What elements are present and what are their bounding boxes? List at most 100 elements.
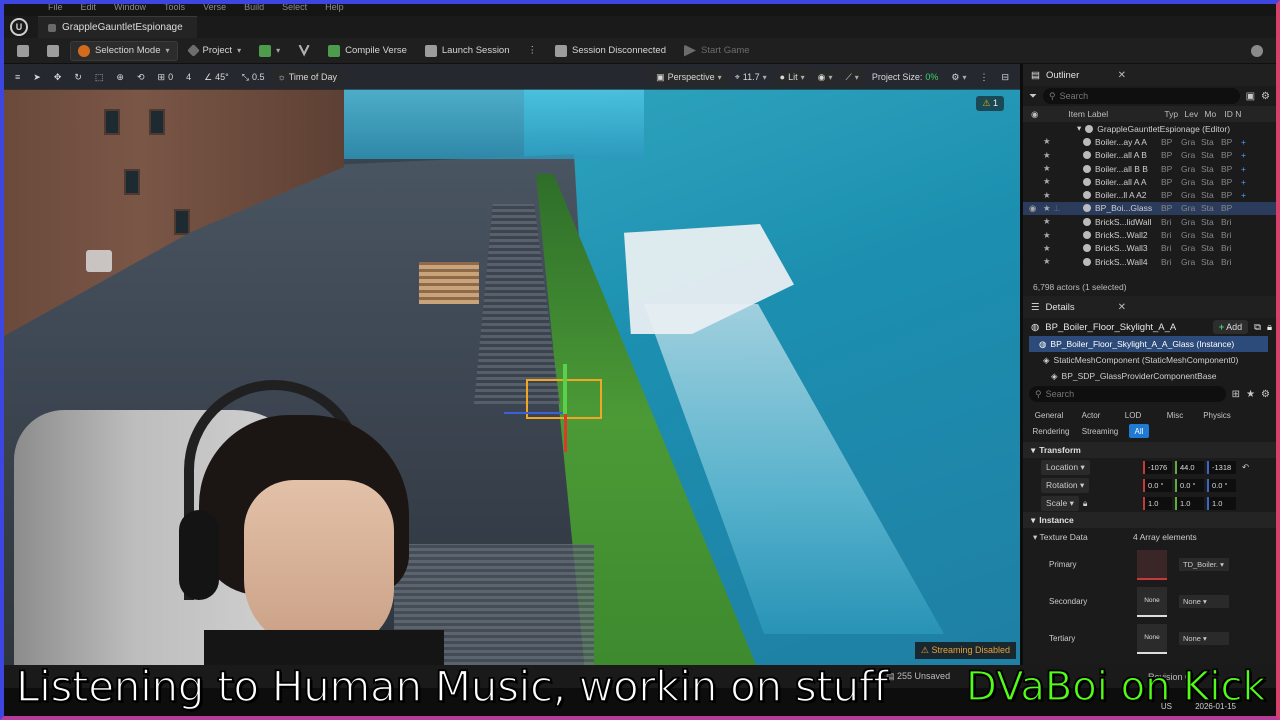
settings-icon[interactable]: ⚙ [1261, 389, 1270, 400]
menu-help[interactable]: Help [325, 4, 344, 12]
favorite-icon[interactable]: ★ [1043, 230, 1053, 241]
favorite-icon[interactable]: ★ [1043, 256, 1053, 267]
component-row[interactable]: ◈ BP_SDP_GlassProviderComponentBase [1023, 368, 1276, 384]
menu-build[interactable]: Build [244, 4, 264, 12]
outliner-row[interactable]: ★ BrickS...Wall3 Bri Gra Sta Bri [1023, 242, 1276, 255]
grid-view-icon[interactable]: ⊞ [1232, 389, 1240, 400]
add-component-button[interactable]: + Add [1212, 320, 1249, 334]
unreal-logo-icon[interactable]: U [10, 18, 28, 36]
collaborators-button[interactable] [1244, 41, 1270, 61]
tab-rendering[interactable]: Rendering [1031, 424, 1071, 438]
lock-icon[interactable]: 🔒︎ [1083, 498, 1088, 509]
outliner-search-input[interactable]: ⚲ Search [1043, 88, 1240, 104]
add-to-level-icon[interactable]: + [1241, 150, 1246, 160]
outliner-row[interactable]: ★ BrickS...lidWall Bri Gra Sta Bri [1023, 215, 1276, 228]
warning-badge[interactable]: ⚠ 1 [976, 96, 1004, 111]
favorite-icon[interactable]: ★ [1043, 203, 1053, 214]
scale-count-value[interactable]: 4 [181, 68, 196, 86]
favorite-icon[interactable]: ★ [1043, 163, 1053, 174]
menu-window[interactable]: Window [114, 4, 146, 12]
column-mod[interactable]: Mo [1204, 109, 1224, 119]
rotation-x-field[interactable]: 0.0 ° [1143, 478, 1172, 492]
favorite-icon[interactable]: ★ [1043, 190, 1053, 201]
details-search-input[interactable]: ⚲ Search [1029, 386, 1226, 402]
outliner-row[interactable]: ★ BrickS...Wall4 Bri Gra Sta Bri [1023, 255, 1276, 268]
performance-dropdown[interactable]: ⟋ ▾ [840, 68, 864, 86]
favorite-icon[interactable]: ★ [1043, 150, 1053, 161]
favorite-icon[interactable]: ★ [1043, 216, 1053, 227]
transform-section-header[interactable]: ▾ Transform [1023, 442, 1276, 458]
verse-button[interactable] [291, 41, 317, 61]
add-to-level-icon[interactable]: + [1241, 137, 1246, 147]
scale-tool-button[interactable]: ⬚ [90, 68, 109, 86]
menu-file[interactable]: File [48, 4, 63, 12]
gizmo-x-axis[interactable] [504, 412, 564, 414]
outliner-root-row[interactable]: ▾ GrappleGauntletEspionage (Editor) [1023, 122, 1276, 135]
location-x-field[interactable]: -1076 [1143, 460, 1172, 474]
column-level[interactable]: Lev [1184, 109, 1204, 119]
translate-tool-button[interactable]: ✥ [49, 68, 67, 86]
tertiary-texture-thumbnail[interactable]: None [1137, 623, 1167, 654]
lit-dropdown[interactable]: ● Lit ▾ [774, 68, 810, 86]
scale-y-field[interactable]: 1.0 [1175, 496, 1204, 510]
menu-verse[interactable]: Verse [203, 4, 226, 12]
secondary-texture-thumbnail[interactable]: None [1137, 586, 1167, 617]
level-tab[interactable]: GrappleGauntletEspionage [38, 16, 197, 38]
actor-name[interactable]: BP_Boiler_Floor_Skylight_A_A [1045, 322, 1176, 333]
content-browser-button[interactable] [40, 41, 66, 61]
viewport-more-button[interactable]: ⋮ [974, 68, 993, 86]
location-y-field[interactable]: 44.0 [1175, 460, 1204, 474]
compile-verse-button[interactable]: Compile Verse [321, 41, 414, 61]
viewport-menu-button[interactable]: ≡ [10, 68, 25, 86]
outliner-row[interactable]: ★ Boiler...ll A A2 BP Gra Sta BP + [1023, 188, 1276, 201]
time-of-day-button[interactable]: ☼ Time of Day [272, 68, 342, 86]
favorite-icon[interactable]: ★ [1043, 136, 1053, 147]
filter-icon[interactable]: ⏷ [1029, 91, 1037, 102]
start-game-button[interactable]: Start Game [677, 41, 757, 61]
scale-z-field[interactable]: 1.0 [1207, 496, 1236, 510]
favorite-icon[interactable]: ★ [1043, 176, 1053, 187]
instance-section-header[interactable]: ▾ Instance [1023, 512, 1276, 528]
secondary-texture-dropdown[interactable]: None ▾ [1179, 595, 1229, 608]
project-dropdown[interactable]: Project ▾ [182, 41, 249, 61]
pin-icon[interactable]: ⊥ [1053, 203, 1063, 214]
rotation-dropdown[interactable]: Rotation ▾ [1041, 477, 1090, 493]
select-tool-button[interactable]: ➤ [28, 68, 46, 86]
tab-actor[interactable]: Actor [1073, 408, 1109, 422]
session-status[interactable]: Session Disconnected [548, 41, 673, 61]
viewport-layout-button[interactable]: ⊟ [996, 68, 1014, 86]
add-actor-dropdown[interactable]: ▾ [252, 41, 287, 61]
outliner-row[interactable]: ★ Boiler...all A B BP Gra Sta BP + [1023, 149, 1276, 162]
tab-streaming[interactable]: Streaming [1077, 424, 1123, 438]
column-item-label[interactable]: Item Label [1068, 109, 1164, 119]
menu-select[interactable]: Select [282, 4, 307, 12]
launch-session-button[interactable]: Launch Session [418, 41, 517, 61]
scale-dropdown[interactable]: Scale ▾ [1041, 495, 1079, 511]
more-options-button[interactable]: ⋮ [521, 41, 545, 61]
visibility-icon[interactable]: ◉ [1029, 203, 1041, 214]
show-dropdown[interactable]: ◉ ▾ [812, 68, 838, 86]
favorite-icon[interactable]: ★ [1246, 389, 1255, 400]
outliner-row[interactable]: ★ BrickS...Wall2 Bri Gra Sta Bri [1023, 228, 1276, 241]
add-to-level-icon[interactable]: + [1241, 164, 1246, 174]
tab-general[interactable]: General [1031, 408, 1067, 422]
note-icon[interactable] [86, 250, 112, 272]
tab-physics[interactable]: Physics [1199, 408, 1235, 422]
outliner-row[interactable]: ★ Boiler...all B B BP Gra Sta BP + [1023, 162, 1276, 175]
favorite-icon[interactable]: ★ [1043, 243, 1053, 254]
scale-snap-value[interactable]: ⤡ 0.5 [237, 68, 270, 86]
add-to-level-icon[interactable]: + [1241, 190, 1246, 200]
primary-texture-dropdown[interactable]: TD_Boiler. ▾ [1179, 558, 1229, 571]
add-folder-icon[interactable]: ▣ [1246, 91, 1255, 102]
location-dropdown[interactable]: Location ▾ [1041, 459, 1090, 475]
save-button[interactable] [10, 41, 36, 61]
component-row[interactable]: ◈ StaticMeshComponent (StaticMeshComponen… [1023, 352, 1276, 368]
location-z-field[interactable]: -1318 [1207, 460, 1236, 474]
gizmo-z-axis[interactable] [564, 414, 567, 452]
close-icon[interactable]: ✕ [1118, 70, 1126, 81]
menu-edit[interactable]: Edit [81, 4, 97, 12]
component-instance-row[interactable]: ◍ BP_Boiler_Floor_Skylight_A_A_Glass (Ins… [1029, 336, 1268, 352]
primary-texture-thumbnail[interactable] [1137, 549, 1167, 580]
outliner-row[interactable]: ◉ ★ ⊥ BP_Boi...Glass BP Gra Sta BP [1023, 201, 1276, 216]
menu-tools[interactable]: Tools [164, 4, 185, 12]
